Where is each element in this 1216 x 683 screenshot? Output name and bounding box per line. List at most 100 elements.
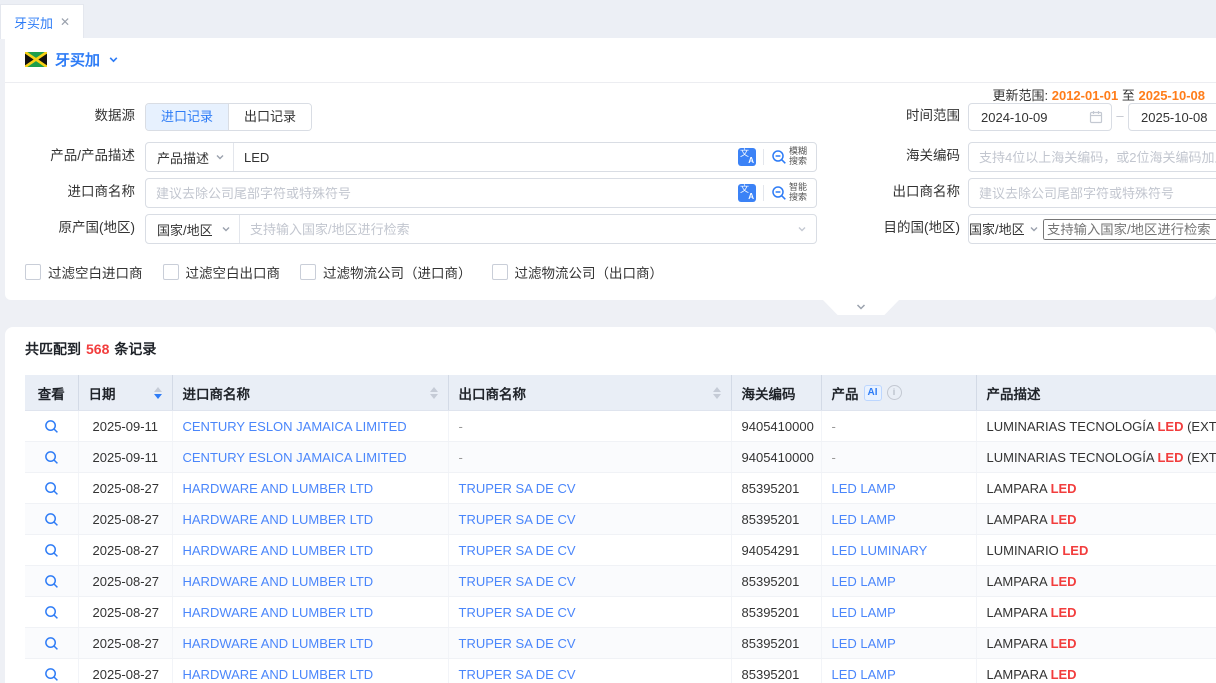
product-cell: LED LAMP bbox=[821, 628, 976, 659]
product-link[interactable]: LED LAMP bbox=[832, 605, 896, 620]
product-link[interactable]: LED LAMP bbox=[832, 667, 896, 682]
sort-exporter[interactable] bbox=[707, 387, 721, 399]
filter-checkbox-item[interactable]: 过滤物流公司（进口商） bbox=[300, 262, 472, 282]
close-icon[interactable]: ✕ bbox=[60, 16, 70, 28]
exporter-cell: TRUPER SA DE CV bbox=[448, 628, 731, 659]
hs-code-cell: 9405410000 bbox=[731, 442, 821, 473]
view-record-button[interactable] bbox=[44, 512, 59, 527]
column-exporter: 出口商名称 bbox=[459, 383, 527, 403]
importer-link[interactable]: HARDWARE AND LUMBER LTD bbox=[183, 574, 374, 589]
exporter-link[interactable]: TRUPER SA DE CV bbox=[459, 574, 576, 589]
column-hs-code: 海关编码 bbox=[742, 387, 796, 402]
importer-link[interactable]: HARDWARE AND LUMBER LTD bbox=[183, 543, 374, 558]
summary-suffix: 条记录 bbox=[114, 341, 156, 357]
importer-label: 进口商名称 bbox=[5, 178, 135, 206]
info-icon[interactable]: i bbox=[887, 385, 902, 400]
date-end-value[interactable] bbox=[1139, 109, 1216, 126]
table-row: 2025-08-27HARDWARE AND LUMBER LTDTRUPER … bbox=[25, 628, 1216, 659]
importer-link[interactable]: HARDWARE AND LUMBER LTD bbox=[183, 605, 374, 620]
divider bbox=[5, 82, 1216, 83]
description-cell: LAMPARA LED bbox=[976, 504, 1216, 535]
importer-link[interactable]: HARDWARE AND LUMBER LTD bbox=[183, 667, 374, 682]
collapse-filter-button[interactable] bbox=[822, 299, 900, 315]
checkbox[interactable] bbox=[163, 264, 179, 280]
product-link[interactable]: LED LAMP bbox=[832, 512, 896, 527]
date-start-input[interactable] bbox=[968, 103, 1112, 131]
divider bbox=[763, 185, 764, 201]
product-link[interactable]: LED LAMP bbox=[832, 481, 896, 496]
exporter-link[interactable]: TRUPER SA DE CV bbox=[459, 667, 576, 682]
date-cell: 2025-09-11 bbox=[78, 442, 172, 473]
importer-input[interactable] bbox=[146, 186, 738, 201]
view-record-button[interactable] bbox=[44, 450, 59, 465]
app-window: 牙买加 ✕ 牙买加 更新范围: 2012-01-01 至 2025-10-08 … bbox=[0, 0, 1216, 683]
filter-checkbox-item[interactable]: 过滤物流公司（出口商） bbox=[492, 262, 664, 282]
product-input[interactable] bbox=[234, 150, 738, 165]
search-icon bbox=[771, 185, 787, 201]
search-icon bbox=[771, 149, 787, 165]
view-icon bbox=[44, 481, 59, 496]
product-link[interactable]: LED LUMINARY bbox=[832, 543, 928, 558]
hs-code-cell: 85395201 bbox=[731, 628, 821, 659]
exporter-cell: TRUPER SA DE CV bbox=[448, 473, 731, 504]
importer-link[interactable]: CENTURY ESLON JAMAICA LIMITED bbox=[183, 450, 407, 465]
view-record-button[interactable] bbox=[44, 481, 59, 496]
time-range-label: 时间范围 bbox=[825, 102, 960, 130]
importer-link[interactable]: CENTURY ESLON JAMAICA LIMITED bbox=[183, 419, 407, 434]
export-records-tab[interactable]: 出口记录 bbox=[228, 104, 311, 130]
view-icon bbox=[44, 574, 59, 589]
exporter-link[interactable]: TRUPER SA DE CV bbox=[459, 605, 576, 620]
description-cell: LUMINARIAS TECNOLOGÍA LED (EXT... bbox=[976, 442, 1216, 473]
exporter-link[interactable]: TRUPER SA DE CV bbox=[459, 512, 576, 527]
product-link[interactable]: LED LAMP bbox=[832, 636, 896, 651]
chevron-down-icon bbox=[797, 224, 807, 234]
destination-country-select[interactable]: 国家/地区 bbox=[969, 219, 1043, 239]
date-start-value[interactable] bbox=[979, 109, 1083, 126]
importer-link[interactable]: HARDWARE AND LUMBER LTD bbox=[183, 512, 374, 527]
import-records-tab[interactable]: 进口记录 bbox=[146, 104, 228, 130]
translate-icon[interactable]: 文A bbox=[738, 184, 756, 202]
view-record-button[interactable] bbox=[44, 605, 59, 620]
exporter-link[interactable]: TRUPER SA DE CV bbox=[459, 636, 576, 651]
sort-importer[interactable] bbox=[424, 387, 438, 399]
importer-link[interactable]: HARDWARE AND LUMBER LTD bbox=[183, 481, 374, 496]
filter-checkbox-item[interactable]: 过滤空白进口商 bbox=[25, 262, 143, 282]
filter-checkbox-item[interactable]: 过滤空白出口商 bbox=[163, 262, 281, 282]
hs-code-cell: 85395201 bbox=[731, 473, 821, 504]
checkbox[interactable] bbox=[492, 264, 508, 280]
view-record-button[interactable] bbox=[44, 419, 59, 434]
sort-date[interactable] bbox=[148, 387, 162, 399]
view-record-button[interactable] bbox=[44, 543, 59, 558]
date-end-input[interactable] bbox=[1128, 103, 1216, 131]
exporter-link[interactable]: TRUPER SA DE CV bbox=[459, 481, 576, 496]
checkbox[interactable] bbox=[25, 264, 41, 280]
checkbox[interactable] bbox=[300, 264, 316, 280]
view-record-button[interactable] bbox=[44, 636, 59, 651]
tab-label: 牙买加 bbox=[14, 13, 53, 32]
country-selector[interactable]: 牙买加 bbox=[25, 49, 119, 70]
translate-icon[interactable]: 文A bbox=[738, 148, 756, 166]
origin-country-input[interactable] bbox=[240, 222, 797, 237]
product-search-group: 产品描述 文A 模糊搜索 bbox=[145, 142, 817, 172]
view-icon bbox=[44, 512, 59, 527]
importer-link[interactable]: HARDWARE AND LUMBER LTD bbox=[183, 636, 374, 651]
exporter-field bbox=[968, 178, 1216, 208]
exporter-cell: TRUPER SA DE CV bbox=[448, 597, 731, 628]
exporter-cell: TRUPER SA DE CV bbox=[448, 504, 731, 535]
exporter-link[interactable]: TRUPER SA DE CV bbox=[459, 543, 576, 558]
tab-jamaica[interactable]: 牙买加 ✕ bbox=[0, 4, 84, 39]
view-record-button[interactable] bbox=[44, 574, 59, 589]
product-type-select[interactable]: 产品描述 bbox=[146, 143, 234, 171]
keyword-highlight: LED bbox=[1157, 419, 1183, 434]
origin-country-select[interactable]: 国家/地区 bbox=[146, 215, 240, 243]
hs-code-input[interactable] bbox=[969, 150, 1216, 165]
product-link[interactable]: LED LAMP bbox=[832, 574, 896, 589]
update-range-label: 更新范围: bbox=[992, 88, 1048, 103]
fuzzy-search-button[interactable]: 模糊搜索 bbox=[771, 147, 807, 167]
exporter-input[interactable] bbox=[969, 186, 1216, 201]
data-source-label: 数据源 bbox=[5, 102, 135, 130]
smart-search-button[interactable]: 智能搜索 bbox=[771, 183, 807, 203]
destination-country-input[interactable] bbox=[1043, 219, 1216, 240]
column-description: 产品描述 bbox=[987, 387, 1041, 402]
view-record-button[interactable] bbox=[44, 667, 59, 682]
